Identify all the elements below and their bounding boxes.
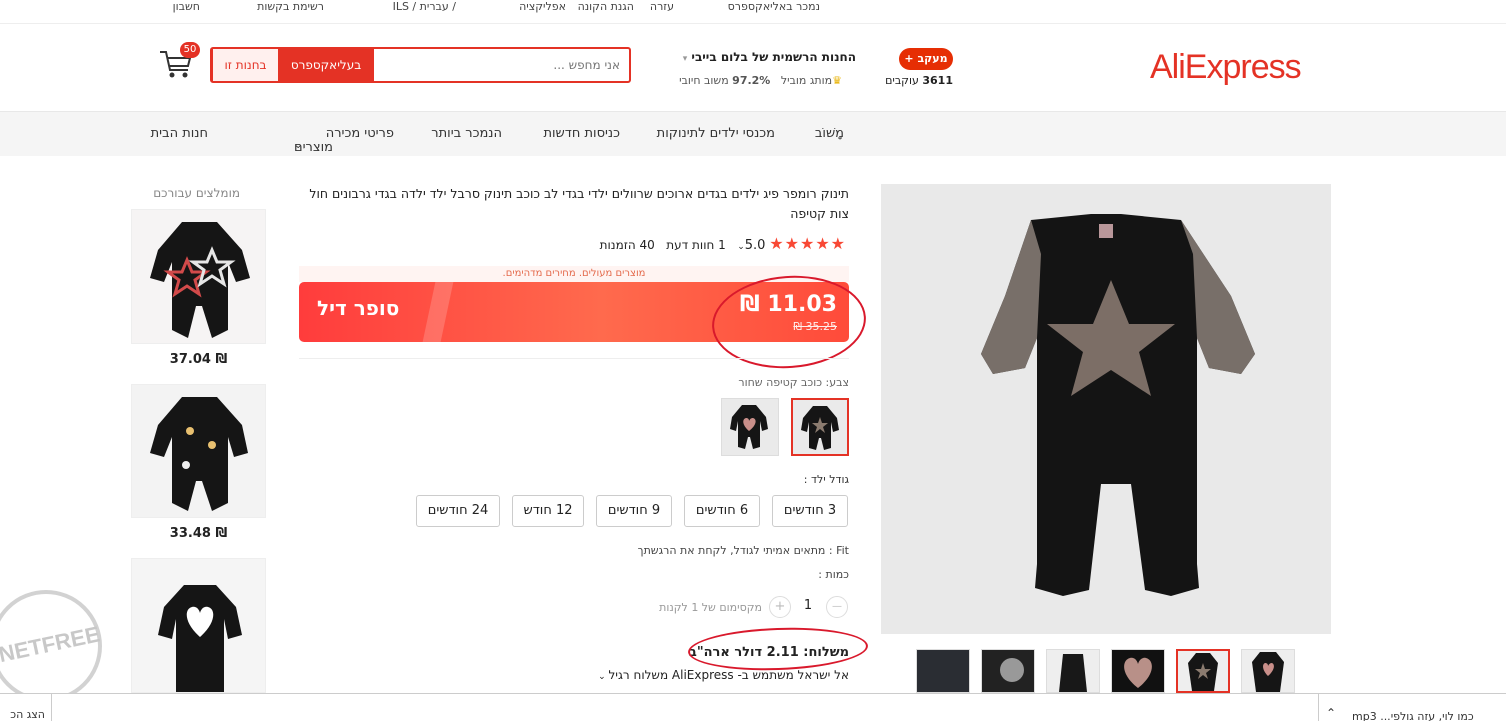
topbar-language-currency[interactable]: ILS / עברית / bbox=[393, 0, 456, 13]
heart-romper-thumb bbox=[1242, 650, 1294, 692]
heart-romper-image bbox=[132, 559, 265, 692]
positive-rate: 97.2% bbox=[732, 74, 771, 87]
rating-row: ★★★★★ 5.0⌄ 1 חוות דעת 40 הזמנות bbox=[560, 234, 846, 253]
quantity-max-note: מקסימום של 1 לקנות bbox=[659, 601, 762, 614]
recommended-item-3-image[interactable] bbox=[131, 558, 266, 693]
heart-print-thumb bbox=[1112, 650, 1164, 692]
chevron-up-icon[interactable]: ⌃ bbox=[1326, 706, 1336, 720]
topbar-account-link[interactable]: חשבון bbox=[173, 0, 200, 13]
search-store-button[interactable]: בחנות זו bbox=[212, 49, 278, 81]
main-product-image[interactable] bbox=[881, 184, 1331, 634]
recommended-item-1-image[interactable] bbox=[131, 209, 266, 344]
chevron-down-icon: ⌄ bbox=[598, 672, 609, 682]
rating-value[interactable]: 5.0 bbox=[745, 238, 766, 253]
top-brand-label: מותג מוביל bbox=[780, 74, 833, 87]
search-input[interactable] bbox=[380, 55, 620, 75]
nav-best-sellers[interactable]: הנמכר ביותר bbox=[431, 126, 502, 141]
nav-new-arrivals[interactable]: כניסות חדשות bbox=[543, 126, 620, 141]
fit-note: Fit : מתאים אמיתי לגודל, לקחת את הרגשתך bbox=[637, 544, 849, 557]
gallery-thumb-1[interactable] bbox=[1241, 649, 1295, 693]
followers-info: 3611 עוקבים bbox=[880, 74, 953, 87]
product-title: תינוק רומפר פיג ילדים בגדים ארוכים שרוול… bbox=[309, 186, 849, 221]
butterfly-romper-image bbox=[132, 385, 265, 517]
topbar-wishlist-link[interactable]: רשימת בקשות bbox=[257, 0, 324, 13]
netfree-watermark: NETFREE bbox=[0, 590, 102, 702]
shipping-detail[interactable]: אל ישראל משתמש ב- AliExpress משלוח רגיל … bbox=[540, 668, 849, 682]
follow-button[interactable]: + מעקב bbox=[899, 48, 953, 70]
review-count[interactable]: 1 חוות דעת bbox=[666, 238, 725, 252]
search-box: בחנות זו בעליאקספרס bbox=[210, 47, 631, 83]
color-label: צבע: כוכב קטיפה שחור bbox=[738, 376, 849, 389]
size-option-6m[interactable]: 6 חודשים bbox=[684, 495, 760, 527]
nav-sale-items[interactable]: פריטי מכירה bbox=[326, 126, 394, 141]
chevron-down-icon: ▾ bbox=[682, 54, 688, 64]
trophy-icon: ♛ bbox=[832, 74, 842, 87]
sleeve-thumb bbox=[1047, 650, 1099, 692]
download-file-name[interactable]: mp3 ...כמו לוי, עזה גולפי bbox=[1352, 710, 1474, 721]
aliexpress-logo[interactable]: AliExpress bbox=[1150, 48, 1302, 87]
size-option-3m[interactable]: 3 חודשים bbox=[772, 495, 848, 527]
store-stats: ♛מותג מוביל 97.2% משוב חיובי bbox=[660, 74, 842, 87]
quantity-value[interactable]: 1 bbox=[798, 598, 818, 613]
followers-count: 3611 bbox=[922, 74, 953, 87]
topbar-app-link[interactable]: אפליקציה bbox=[519, 0, 566, 13]
chevron-down-icon: ⌄ bbox=[294, 140, 303, 151]
netfree-watermark-text: NETFREE bbox=[0, 621, 103, 668]
color-option-star[interactable] bbox=[791, 398, 849, 456]
positive-label: משוב חיובי bbox=[679, 74, 729, 87]
gallery-thumb-4[interactable] bbox=[1046, 649, 1100, 693]
order-count: 40 הזמנות bbox=[599, 238, 655, 252]
nav-kids-pants[interactable]: מכנסי ילדים לתינוקות bbox=[657, 126, 775, 141]
size-option-24m[interactable]: 24 חודשים bbox=[416, 495, 500, 527]
star-romper-main-image bbox=[881, 184, 1331, 634]
size-option-12m[interactable]: 12 חודש bbox=[512, 495, 584, 527]
topbar-help-link[interactable]: עזרה bbox=[650, 0, 674, 13]
cart-count-badge: 50 bbox=[180, 42, 200, 58]
size-option-9m[interactable]: 9 חודשים bbox=[596, 495, 672, 527]
recommended-title: מומלצים עבורכם bbox=[153, 186, 240, 200]
star-romper-thumb bbox=[793, 400, 847, 454]
nav-home-store[interactable]: חנות הבית bbox=[151, 126, 208, 141]
gallery-thumb-5[interactable] bbox=[981, 649, 1035, 693]
top-utility-bar: נמכר באליאקספרס עזרה הגנת הקונה אפליקציה… bbox=[0, 0, 1506, 24]
browser-download-bar: הצג הכ ⌃ mp3 ...כמו לוי, עזה גולפי bbox=[0, 693, 1506, 721]
fabric-thumb bbox=[982, 650, 1034, 692]
divider bbox=[299, 358, 849, 359]
divider bbox=[1318, 694, 1319, 721]
super-deal-label: סופר דיל bbox=[317, 296, 400, 320]
rating-stars: ★★★★★ bbox=[769, 234, 846, 253]
color-option-heart[interactable] bbox=[721, 398, 779, 456]
nav-feedback[interactable]: מָשׁוֹב bbox=[815, 126, 844, 141]
topbar-sell-link[interactable]: נמכר באליאקספרס bbox=[728, 0, 820, 13]
gallery-thumb-2[interactable] bbox=[1176, 649, 1230, 693]
store-header: AliExpress + מעקב 3611 עוקבים החנות הרשמ… bbox=[0, 24, 1506, 112]
quantity-minus-button[interactable]: — bbox=[826, 596, 848, 618]
chevron-down-icon: ⌄ bbox=[737, 242, 745, 252]
search-aliexpress-button[interactable]: בעליאקספרס bbox=[278, 49, 374, 81]
quantity-label: כמות : bbox=[818, 568, 849, 581]
cart-button[interactable]: 50 bbox=[156, 42, 200, 84]
gallery-thumb-6[interactable] bbox=[916, 649, 970, 693]
followers-label: עוקבים bbox=[885, 74, 919, 87]
store-nav: מָשׁוֹב מכנסי ילדים לתינוקות כניסות חדשו… bbox=[0, 112, 1506, 156]
store-name[interactable]: החנות הרשמית של בלום בייבי ▾ bbox=[660, 50, 856, 64]
recommended-item-2-price: 33.48 ₪ bbox=[169, 526, 228, 541]
heart-romper-thumb bbox=[722, 399, 778, 455]
deal-stripe bbox=[422, 282, 454, 342]
topbar-buyer-protection-link[interactable]: הגנת הקונה bbox=[578, 0, 634, 13]
shipping-annotation-circle bbox=[687, 624, 869, 674]
show-all-button[interactable]: הצג הכ bbox=[0, 694, 52, 721]
gallery-thumb-3[interactable] bbox=[1111, 649, 1165, 693]
quantity-plus-button[interactable]: + bbox=[769, 596, 791, 618]
recommended-item-1-price: 37.04 ₪ bbox=[169, 352, 228, 367]
size-label: גודל ילד : bbox=[803, 473, 849, 486]
recommended-item-2-image[interactable] bbox=[131, 384, 266, 518]
star-romper-image bbox=[132, 210, 265, 343]
star-romper-thumb bbox=[1178, 651, 1228, 691]
